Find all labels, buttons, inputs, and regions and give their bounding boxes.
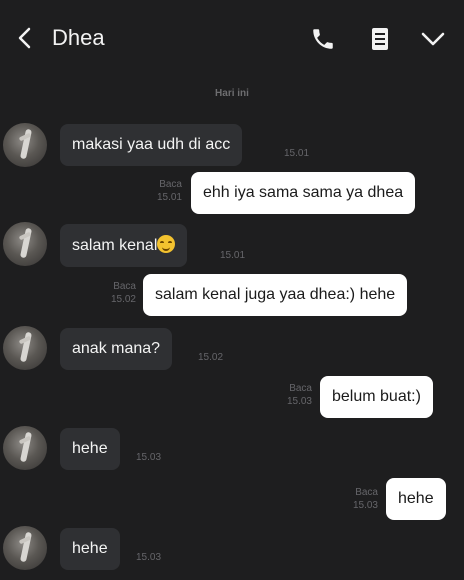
- outgoing-message-bubble[interactable]: ehh iya sama sama ya dhea: [191, 172, 416, 214]
- read-receipt: Baca: [289, 383, 312, 394]
- outgoing-message-bubble[interactable]: hehe: [386, 478, 446, 520]
- message-meta: Baca 15.02: [94, 280, 136, 306]
- avatar[interactable]: [3, 426, 47, 470]
- message-text: salam kenal: [72, 237, 158, 254]
- outgoing-message-bubble[interactable]: belum buat:): [320, 376, 433, 418]
- message-time: 15.01: [220, 250, 246, 261]
- message-meta: Baca 15.01: [140, 178, 182, 204]
- phone-icon[interactable]: [308, 24, 338, 54]
- avatar[interactable]: [3, 326, 47, 370]
- incoming-message-bubble[interactable]: makasi yaa udh di acc: [60, 124, 243, 166]
- avatar[interactable]: [3, 526, 47, 570]
- chat-header: Dhea: [0, 0, 464, 78]
- notes-icon[interactable]: [365, 24, 395, 54]
- read-receipt: Baca: [355, 487, 378, 498]
- date-separator: Hari ini: [215, 88, 249, 99]
- message-time: 15.02: [110, 294, 136, 305]
- contact-name[interactable]: Dhea: [52, 24, 105, 52]
- message-time: 15.02: [198, 352, 224, 363]
- outgoing-message-bubble[interactable]: salam kenal juga yaa dhea:) hehe: [143, 274, 408, 316]
- message-meta: Baca 15.03: [268, 382, 312, 408]
- message-time: 15.03: [136, 552, 162, 563]
- avatar[interactable]: [3, 222, 47, 266]
- read-receipt: Baca: [113, 281, 136, 292]
- incoming-message-bubble[interactable]: hehe: [60, 528, 120, 570]
- message-time: 15.03: [136, 452, 162, 463]
- chevron-down-icon[interactable]: [418, 24, 448, 54]
- message-time: 15.01: [284, 148, 310, 159]
- message-time: 15.01: [156, 192, 182, 203]
- back-icon[interactable]: [10, 24, 38, 52]
- incoming-message-bubble[interactable]: hehe: [60, 428, 120, 470]
- incoming-message-bubble[interactable]: salam kenal: [60, 224, 188, 267]
- message-meta: Baca 15.03: [336, 486, 378, 512]
- incoming-message-bubble[interactable]: anak mana?: [60, 328, 173, 370]
- message-time: 15.03: [352, 500, 378, 511]
- message-time: 15.03: [286, 396, 312, 407]
- avatar[interactable]: [3, 123, 47, 167]
- read-receipt: Baca: [159, 179, 182, 190]
- smiling-face-emoji-icon: [157, 235, 176, 253]
